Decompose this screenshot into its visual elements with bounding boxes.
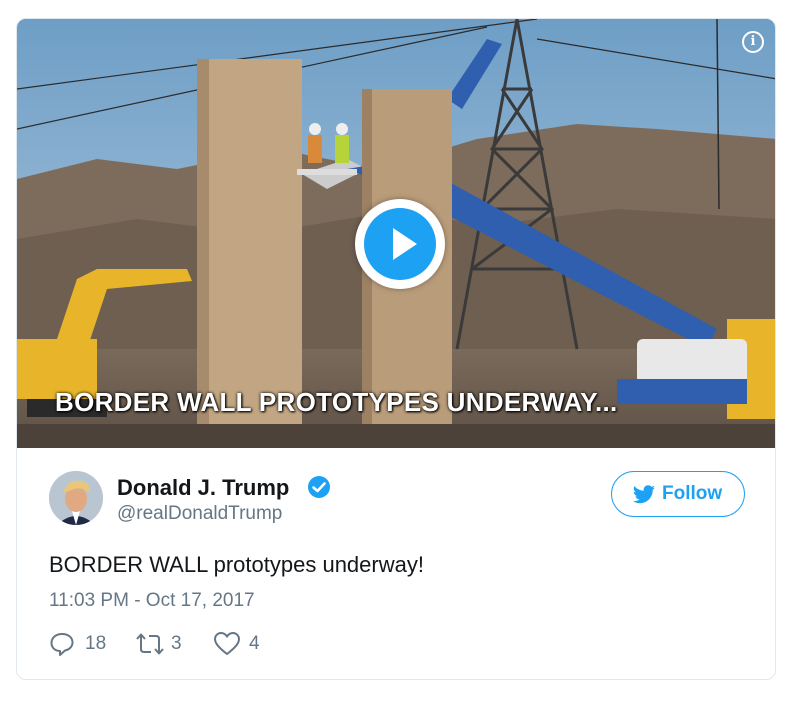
retweet-count: 3: [171, 633, 182, 654]
follow-button[interactable]: Follow: [611, 471, 745, 517]
info-icon[interactable]: i: [742, 31, 764, 53]
tweet-card: BORDER WALL PROTOTYPES UNDERWAY... i Don…: [16, 18, 776, 680]
follow-label: Follow: [662, 483, 723, 504]
reply-icon[interactable]: [49, 631, 75, 657]
heart-icon[interactable]: [213, 631, 241, 657]
like-action[interactable]: 4: [213, 631, 267, 657]
retweet-action[interactable]: 3: [135, 631, 191, 657]
video-caption: BORDER WALL PROTOTYPES UNDERWAY...: [55, 387, 618, 417]
video-media[interactable]: BORDER WALL PROTOTYPES UNDERWAY... i: [17, 19, 775, 448]
twitter-bird-icon: [633, 485, 655, 504]
tweet-text: BORDER WALL prototypes underway!: [49, 552, 424, 577]
like-count: 4: [249, 633, 260, 654]
tweet-timestamp[interactable]: 11:03 PM - Oct 17, 2017: [49, 590, 255, 612]
retweet-icon[interactable]: [135, 631, 165, 657]
avatar[interactable]: [49, 471, 103, 525]
play-button[interactable]: [355, 199, 445, 289]
reply-count: 18: [85, 633, 107, 654]
verified-badge-icon: [308, 476, 330, 498]
display-name[interactable]: Donald J. Trump: [117, 475, 289, 501]
play-icon[interactable]: [364, 208, 436, 280]
reply-action[interactable]: 18: [49, 631, 113, 657]
user-handle[interactable]: @realDonaldTrump: [117, 503, 282, 525]
